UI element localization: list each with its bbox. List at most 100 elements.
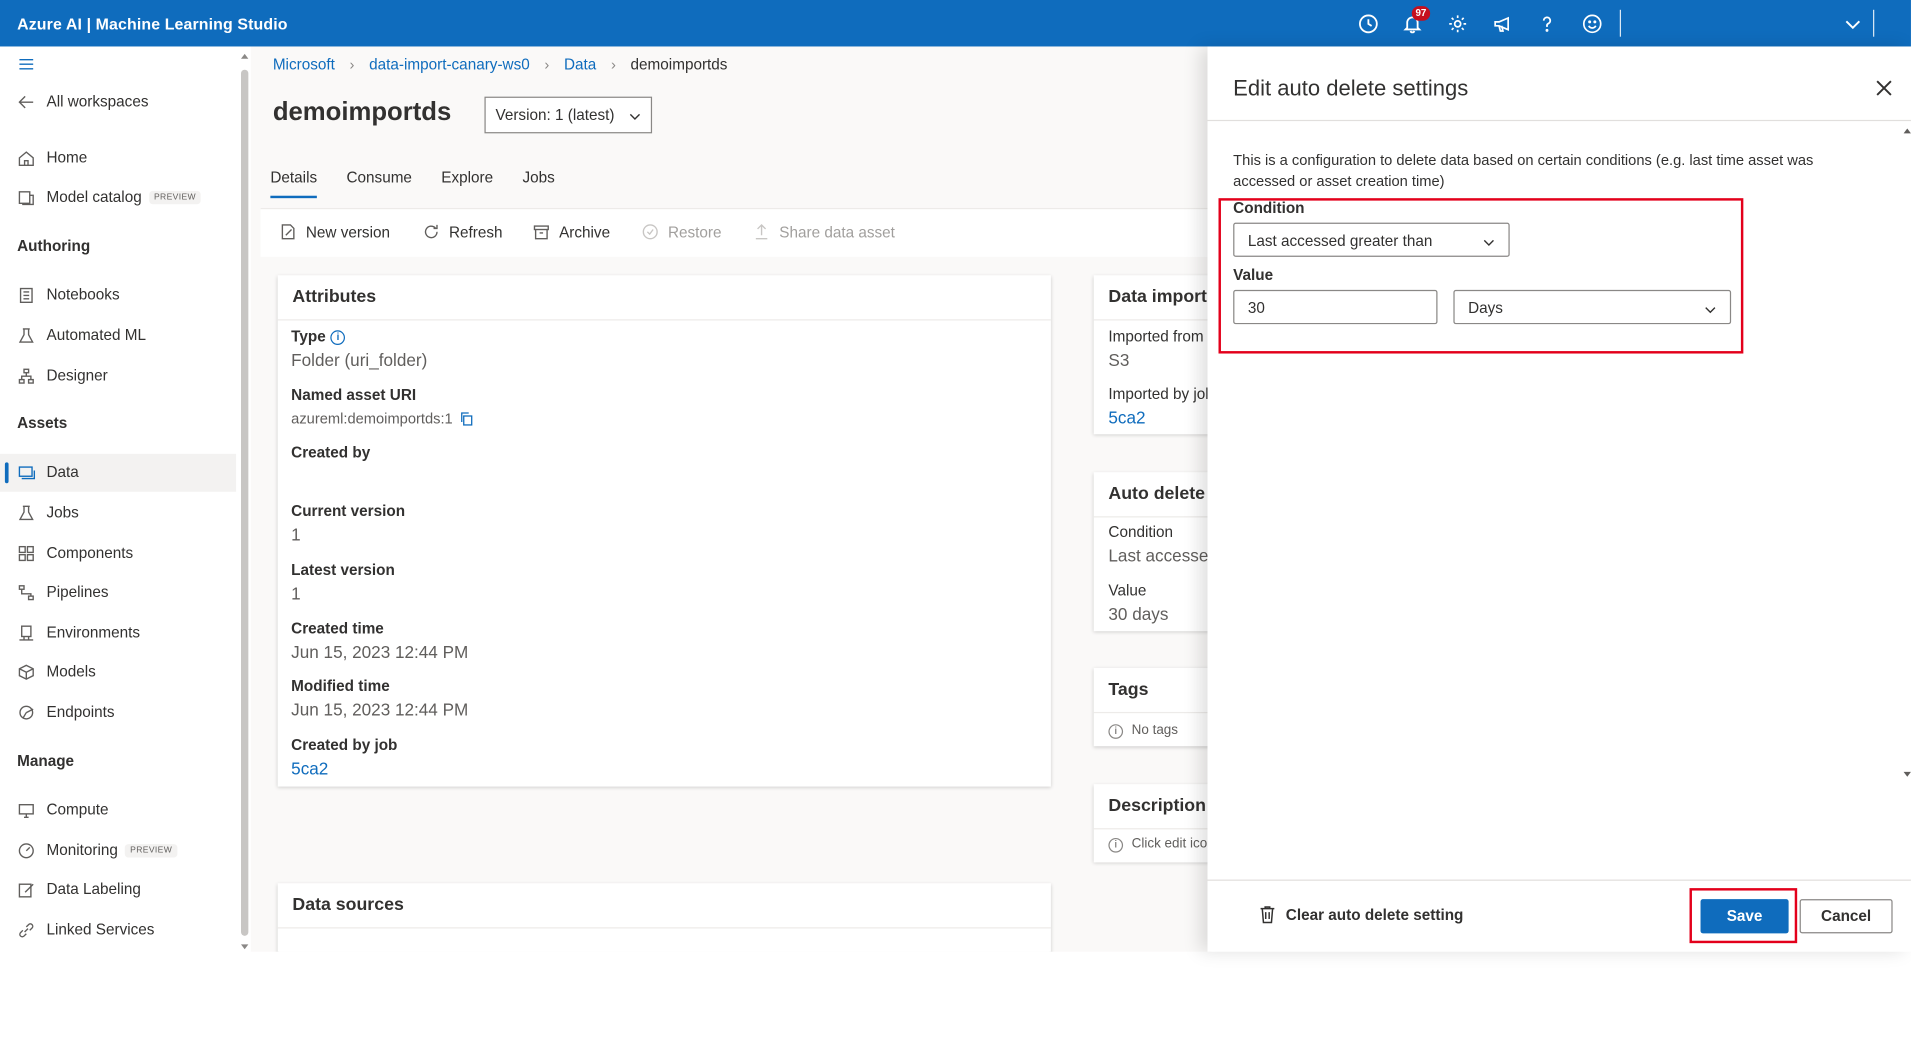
panel-scroll-up-arrow[interactable]: [1903, 128, 1911, 134]
cube-icon: [18, 663, 34, 680]
uri-label: Named asset URI: [291, 386, 417, 404]
nav-item-linked-services[interactable]: Linked Services: [17, 916, 154, 943]
imported-by-job-link[interactable]: 5ca2: [1108, 407, 1145, 427]
nav-item-home[interactable]: Home: [17, 144, 87, 171]
nav-item-model-catalog-label: Model catalog: [46, 188, 142, 206]
panel-header-divider: [1207, 119, 1911, 122]
info-icon[interactable]: i: [330, 330, 346, 345]
nav-item-monitoring[interactable]: Monitoring PREVIEW: [17, 837, 178, 864]
top-bar: Azure AI | Machine Learning Studio 97: [0, 0, 1911, 47]
history-icon[interactable]: [1354, 10, 1381, 37]
nav-item-pipelines[interactable]: Pipelines: [17, 579, 109, 606]
nav-item-designer[interactable]: Designer: [17, 362, 108, 389]
description-title: Description: [1108, 796, 1206, 816]
clear-auto-delete-button[interactable]: Clear auto delete setting: [1259, 905, 1464, 924]
clear-auto-delete-label: Clear auto delete setting: [1285, 905, 1464, 923]
auto-delete-value-label: Value: [1108, 582, 1147, 600]
nav-item-models-label: Models: [46, 663, 96, 681]
edit-icon: [18, 882, 34, 897]
panel-scroll-down-arrow[interactable]: [1903, 771, 1911, 777]
description-hint: Click edit icon: [1131, 836, 1212, 852]
imported-by-label: Imported by job: [1108, 385, 1212, 403]
uri-row: azureml:demoimportds:1: [291, 410, 475, 427]
nav-item-environments[interactable]: Environments: [17, 619, 140, 646]
breadcrumb-separator: ›: [544, 56, 550, 74]
nav-item-data-labeling[interactable]: Data Labeling: [17, 876, 141, 903]
restore-button[interactable]: Restore: [641, 223, 722, 241]
nav-item-compute[interactable]: Compute: [17, 796, 109, 823]
save-button[interactable]: Save: [1700, 899, 1789, 934]
card-divider: [1093, 828, 1212, 830]
back-arrow-icon: [18, 95, 34, 108]
nav-item-model-catalog[interactable]: Model catalog PREVIEW: [17, 183, 201, 210]
condition-dropdown[interactable]: Last accessed greater than: [1233, 222, 1510, 257]
app-title[interactable]: Azure AI | Machine Learning Studio: [17, 15, 287, 33]
auto-delete-value: 30 days: [1108, 604, 1169, 624]
refresh-button[interactable]: Refresh: [422, 223, 503, 241]
left-navigation: All workspaces Home Model catalog PREVIE…: [0, 46, 251, 952]
all-workspaces-link[interactable]: All workspaces: [17, 88, 148, 115]
smiley-icon[interactable]: [1578, 10, 1605, 37]
card-divider: [1093, 516, 1212, 518]
preview-badge: PREVIEW: [149, 190, 201, 204]
megaphone-icon[interactable]: [1489, 10, 1516, 37]
nav-item-automated-ml-label: Automated ML: [46, 326, 146, 344]
help-icon[interactable]: [1533, 10, 1560, 37]
tab-jobs[interactable]: Jobs: [523, 169, 555, 198]
nav-item-jobs[interactable]: Jobs: [17, 499, 79, 526]
version-dropdown-value: Version: 1 (latest): [495, 106, 615, 124]
nav-item-automated-ml[interactable]: Automated ML: [17, 322, 146, 349]
current-version-label: Current version: [291, 502, 406, 520]
data-sources-title: Data sources: [292, 895, 404, 916]
nav-scrollbar[interactable]: [241, 69, 249, 936]
description-card: Description i Click edit icon: [1093, 784, 1212, 863]
auto-delete-condition-label: Condition: [1108, 523, 1174, 541]
gear-icon[interactable]: [1444, 10, 1471, 37]
nav-item-endpoints[interactable]: Endpoints: [17, 699, 115, 726]
created-time-value: Jun 15, 2023 12:44 PM: [291, 642, 469, 662]
nav-item-notebooks[interactable]: Notebooks: [17, 281, 120, 308]
nav-item-models[interactable]: Models: [17, 658, 96, 685]
breadcrumb-microsoft[interactable]: Microsoft: [273, 56, 335, 73]
bell-icon[interactable]: 97: [1398, 6, 1431, 37]
hamburger-menu-button[interactable]: [17, 50, 46, 77]
main-content: Microsoft › data-import-canary-ws0 › Dat…: [250, 46, 1212, 952]
chevron-down-icon[interactable]: [1839, 10, 1866, 37]
share-label: Share data asset: [779, 223, 895, 241]
command-bar: New version Refresh Archive Restore Shar…: [260, 207, 1212, 257]
unit-dropdown[interactable]: Days: [1453, 289, 1732, 325]
nav-scroll-down-arrow[interactable]: [241, 944, 249, 950]
copy-icon[interactable]: [459, 410, 475, 426]
share-icon: [755, 223, 768, 240]
breadcrumb-workspace[interactable]: data-import-canary-ws0: [369, 56, 530, 73]
tab-explore[interactable]: Explore: [441, 169, 493, 198]
nav-item-components-label: Components: [46, 544, 134, 562]
value-input[interactable]: 30: [1233, 289, 1438, 325]
nav-section-assets: Assets: [17, 414, 68, 432]
nav-active-indicator: [4, 462, 9, 484]
share-data-asset-button[interactable]: Share data asset: [752, 223, 895, 241]
tab-details[interactable]: Details: [270, 169, 318, 199]
panel-title: Edit auto delete settings: [1233, 75, 1469, 101]
nav-item-home-label: Home: [46, 149, 88, 167]
created-by-job-link[interactable]: 5ca2: [291, 758, 328, 778]
breadcrumb-separator: ›: [349, 56, 355, 74]
nav-item-components[interactable]: Components: [17, 539, 133, 566]
modified-time-value: Jun 15, 2023 12:44 PM: [291, 699, 469, 720]
version-dropdown[interactable]: Version: 1 (latest): [484, 96, 653, 134]
catalog-icon: [18, 190, 34, 205]
breadcrumb-data[interactable]: Data: [564, 56, 596, 73]
data-import-card: Data import Imported from S3 Imported by…: [1093, 275, 1212, 435]
nav-item-data[interactable]: Data: [17, 459, 79, 486]
attributes-card: Attributes Type i Folder (uri_folder) Nam…: [277, 275, 1051, 787]
unit-dropdown-value: Days: [1468, 299, 1503, 317]
tab-consume[interactable]: Consume: [346, 169, 411, 198]
condition-highlight-box: [1218, 198, 1744, 354]
archive-button[interactable]: Archive: [532, 223, 610, 241]
new-version-button[interactable]: New version: [279, 223, 390, 241]
cancel-button[interactable]: Cancel: [1799, 899, 1893, 934]
monitor-icon: [18, 803, 34, 818]
close-icon[interactable]: [1873, 77, 1895, 99]
nav-scroll-up-arrow[interactable]: [241, 53, 249, 59]
notification-count-badge: 97: [1411, 6, 1431, 21]
